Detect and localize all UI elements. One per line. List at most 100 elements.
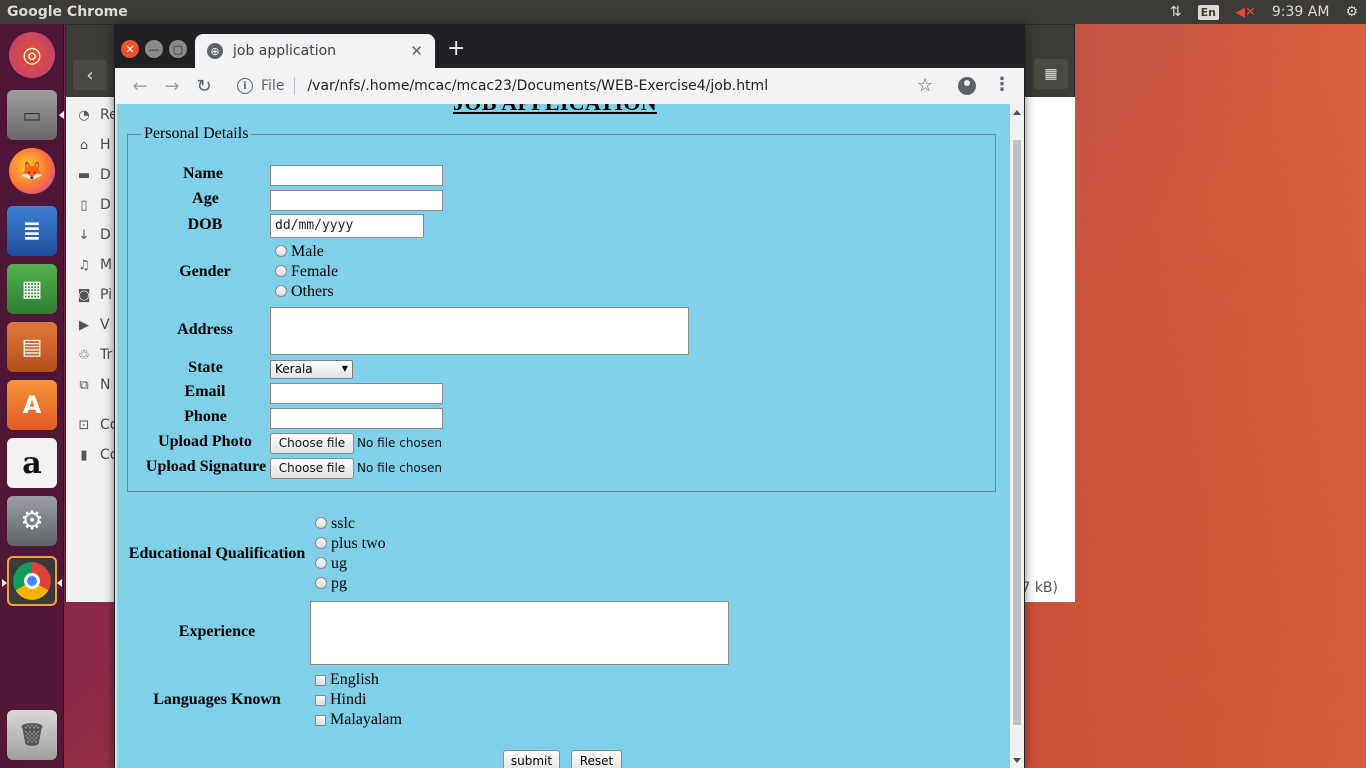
phone-input[interactable] (270, 408, 443, 429)
camera-icon: ◙ (77, 287, 91, 303)
email-input[interactable] (270, 383, 443, 404)
address-label: Address (177, 321, 233, 338)
system-settings-icon[interactable]: ⚙ (7, 496, 57, 546)
info-icon[interactable]: i (237, 78, 253, 94)
age-label: Age (192, 190, 219, 207)
language-hindi-checkbox[interactable] (315, 695, 326, 706)
files-sidebar-item[interactable]: ▯ D (76, 195, 110, 215)
libreoffice-impress-icon[interactable]: ▤ (7, 322, 57, 372)
window-minimize-button[interactable]: — (145, 40, 163, 58)
languages-label: Languages Known (153, 691, 281, 708)
files-sidebar-item[interactable]: ⧉ N (76, 375, 110, 395)
keyboard-language-indicator[interactable]: En (1190, 0, 1227, 24)
tab-title: job application (233, 43, 337, 59)
upload-signature-status: No file chosen (357, 461, 443, 475)
system-gear-icon[interactable]: ⚙ (1337, 0, 1366, 24)
url-text[interactable]: /var/nfs/.home/mcac/mcac23/Documents/WEB… (307, 78, 768, 94)
files-sidebar-item[interactable]: ▮ Co (76, 445, 118, 465)
system-tray: ⇅ En ◀✕ 9:39 AM ⚙ (1162, 0, 1366, 24)
back-arrow-icon[interactable]: ← (129, 75, 151, 97)
clock[interactable]: 9:39 AM (1264, 0, 1338, 24)
address-textarea[interactable] (270, 307, 689, 355)
dob-date-input[interactable]: dd/mm/yyyy (270, 214, 424, 238)
education-ug-label: ug (331, 555, 347, 572)
chrome-icon[interactable] (2, 556, 62, 606)
education-plus-two-radio[interactable] (315, 537, 327, 549)
education-ug-radio[interactable] (315, 557, 327, 569)
files-sidebar-item[interactable]: ⊡ Co (76, 415, 119, 435)
files-view-grid-button[interactable]: ▦ (1034, 59, 1068, 89)
language-hindi-label: Hindi (330, 691, 367, 708)
files-back-button[interactable]: ‹ (73, 60, 107, 90)
tab-strip: ✕ — ▢ ⊕ job application ✕ + (115, 26, 1024, 68)
gender-female-radio[interactable] (275, 265, 287, 277)
files-sidebar-item[interactable]: ◔ Re (76, 105, 117, 125)
education-pg-radio[interactable] (315, 577, 327, 589)
email-label: Email (184, 383, 226, 400)
firefox-icon[interactable]: 🦊 (9, 148, 55, 194)
volume-muted-icon[interactable]: ◀✕ (1227, 0, 1264, 24)
profile-avatar-icon[interactable] (958, 77, 976, 95)
browser-toolbar: ← → ↻ i File /var/nfs/.home/mcac/mcac23/… (115, 68, 1024, 104)
gender-others-radio[interactable] (275, 285, 287, 297)
files-sidebar-item[interactable]: ♫ M (76, 255, 112, 275)
reset-button[interactable]: Reset (571, 750, 622, 768)
language-malayalam-checkbox[interactable] (315, 715, 326, 726)
amazon-icon[interactable]: a (7, 438, 57, 488)
reload-icon[interactable]: ↻ (193, 75, 215, 97)
scroll-down-arrow-icon[interactable] (1013, 758, 1021, 763)
upload-signature-button[interactable]: Choose file (270, 458, 354, 479)
libreoffice-calc-icon[interactable]: ▦ (7, 264, 57, 314)
name-input[interactable] (270, 165, 443, 186)
video-icon: ▶ (79, 317, 89, 333)
bookmark-star-icon[interactable]: ☆ (917, 75, 933, 96)
submit-button[interactable]: submit (503, 750, 560, 768)
page-title: JOB APPLICATION (453, 104, 657, 116)
age-input[interactable] (270, 190, 443, 211)
files-sidebar-item[interactable]: ⌂ H (76, 135, 111, 155)
window-maximize-button[interactable]: ▢ (169, 40, 187, 58)
ubuntu-software-icon[interactable]: A (7, 380, 57, 430)
top-panel: Google Chrome ⇅ En ◀✕ 9:39 AM ⚙ (0, 0, 1366, 24)
url-separator (294, 77, 296, 95)
education-label: Educational Qualification (128, 545, 306, 562)
new-tab-button[interactable]: + (447, 38, 465, 60)
chrome-menu-icon[interactable]: ⋮ (993, 74, 1011, 95)
upload-photo-button[interactable]: Choose file (270, 433, 354, 454)
language-english-checkbox[interactable] (315, 675, 326, 686)
state-label: State (188, 359, 223, 376)
page-viewport: JOB APPLICATION Personal Details Name Ag… (117, 104, 1010, 768)
education-sslc-radio[interactable] (315, 517, 327, 529)
state-select[interactable]: Kerala (270, 360, 353, 379)
window-close-button[interactable]: ✕ (121, 40, 139, 58)
files-sidebar-item[interactable]: ↓ D (76, 225, 111, 245)
scroll-up-arrow-icon[interactable] (1013, 110, 1021, 115)
scroll-thumb[interactable] (1013, 140, 1021, 725)
gender-male-label: Male (291, 243, 324, 260)
name-label: Name (183, 165, 223, 182)
document-icon: ▯ (80, 197, 88, 213)
files-icon[interactable]: ▭ (7, 90, 64, 140)
globe-icon: ⊕ (207, 43, 223, 59)
files-sidebar-item[interactable]: ▬ D (76, 165, 111, 185)
libreoffice-writer-icon[interactable]: ≣ (7, 206, 57, 256)
address-bar[interactable]: i File /var/nfs/.home/mcac/mcac23/Docume… (227, 72, 957, 100)
forward-arrow-icon[interactable]: → (161, 75, 183, 97)
upload-photo-status: No file chosen (357, 436, 443, 450)
tab-close-icon[interactable]: ✕ (410, 42, 423, 60)
chrome-window: ✕ — ▢ ⊕ job application ✕ + ← → ↻ i File… (114, 25, 1025, 768)
gender-male-radio[interactable] (275, 245, 287, 257)
experience-textarea[interactable] (310, 601, 729, 665)
files-sidebar-item[interactable]: ▶ V (76, 315, 110, 335)
recent-icon: ◔ (78, 107, 90, 123)
network-icon[interactable]: ⇅ (1162, 0, 1190, 24)
music-icon: ♫ (78, 257, 90, 273)
ubuntu-dash-icon[interactable]: ◎ (9, 32, 55, 78)
upload-signature-label: Upload Signature (145, 458, 267, 475)
files-sidebar-item[interactable]: ♲ Tr (76, 345, 112, 365)
files-sidebar-item[interactable]: ◙ Pi (76, 285, 112, 305)
trash-icon[interactable]: 🗑 (7, 710, 57, 760)
page-scrollbar[interactable] (1010, 104, 1024, 768)
tab-job-application[interactable]: ⊕ job application ✕ (195, 34, 435, 68)
education-plus-two-label: plus two (331, 535, 386, 552)
